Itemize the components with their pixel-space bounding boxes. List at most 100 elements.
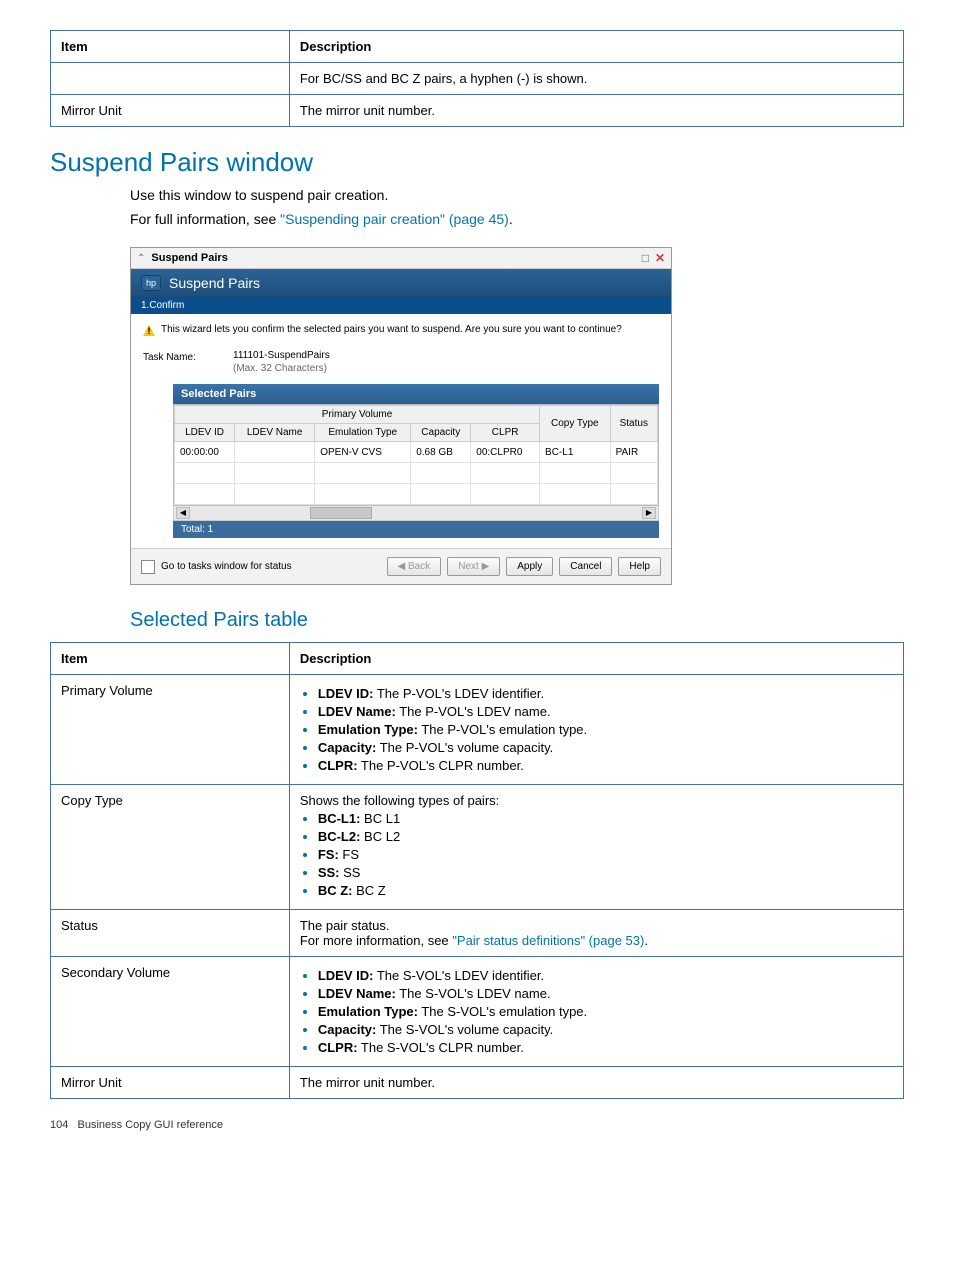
cell-desc: Shows the following types of pairs: BC-L… xyxy=(289,785,903,910)
col-copy-type: Copy Type xyxy=(540,406,611,442)
list-item: LDEV ID: The P-VOL's LDEV identifier. xyxy=(318,686,893,701)
table-row: Primary Volume LDEV ID: The P-VOL's LDEV… xyxy=(51,675,904,785)
list-item: Capacity: The P-VOL's volume capacity. xyxy=(318,740,893,755)
intro-prefix: For full information, see xyxy=(130,211,280,227)
grid-total: Total: 1 xyxy=(173,521,659,538)
section-heading: Suspend Pairs window xyxy=(50,147,904,178)
table-row: For BC/SS and BC Z pairs, a hyphen (-) i… xyxy=(51,63,904,95)
selected-pairs-description-table: Item Description Primary Volume LDEV ID:… xyxy=(50,642,904,1099)
table-row: Status The pair status. For more informa… xyxy=(51,910,904,957)
intro-text-1: Use this window to suspend pair creation… xyxy=(130,186,904,206)
chapter-name: Business Copy GUI reference xyxy=(78,1119,224,1131)
col-clpr: CLPR xyxy=(471,424,540,442)
th-desc: Description xyxy=(289,643,903,675)
cell-item xyxy=(51,63,290,95)
list-item: Emulation Type: The P-VOL's emulation ty… xyxy=(318,722,893,737)
page-number: 104 xyxy=(50,1119,68,1131)
task-name-max: (Max. 32 Characters) xyxy=(233,363,330,374)
scroll-left-icon[interactable]: ◀ xyxy=(176,507,190,519)
cell-emulation-type: OPEN-V CVS xyxy=(315,442,411,463)
selected-pairs-header: Selected Pairs xyxy=(173,384,659,404)
dialog-footer: Go to tasks window for status ◀ Back Nex… xyxy=(131,548,671,584)
list-item: CLPR: The S-VOL's CLPR number. xyxy=(318,1040,893,1055)
table-row: Mirror Unit The mirror unit number. xyxy=(51,95,904,127)
cell-item: Mirror Unit xyxy=(51,95,290,127)
warning-text: This wizard lets you confirm the selecte… xyxy=(161,324,622,335)
cell-item: Secondary Volume xyxy=(51,957,290,1067)
back-button[interactable]: ◀ Back xyxy=(387,557,442,576)
list-item: Emulation Type: The S-VOL's emulation ty… xyxy=(318,1004,893,1019)
page-footer: 104 Business Copy GUI reference xyxy=(50,1119,904,1131)
copy-type-intro: Shows the following types of pairs: xyxy=(300,793,499,808)
cell-copy-type: BC-L1 xyxy=(540,442,611,463)
dialog-titlebar: ⌃ Suspend Pairs □ ✕ xyxy=(131,248,671,269)
scroll-thumb[interactable] xyxy=(310,507,372,519)
cell-desc: The pair status. For more information, s… xyxy=(289,910,903,957)
collapse-icon[interactable]: ⌃ xyxy=(137,253,145,264)
warning-banner: ! This wizard lets you confirm the selec… xyxy=(131,314,671,340)
status-line2-suffix: . xyxy=(644,933,648,948)
next-button[interactable]: Next ▶ xyxy=(447,557,500,576)
list-item: SS: SS xyxy=(318,865,893,880)
table-row: Secondary Volume LDEV ID: The S-VOL's LD… xyxy=(51,957,904,1067)
cell-item: Mirror Unit xyxy=(51,1067,290,1099)
selected-pairs-grid: Primary Volume Copy Type Status LDEV ID … xyxy=(173,404,659,506)
list-item: Capacity: The S-VOL's volume capacity. xyxy=(318,1022,893,1037)
task-name-row: Task Name: 111101-SuspendPairs (Max. 32 … xyxy=(143,350,659,374)
dialog-title: Suspend Pairs xyxy=(151,252,641,264)
cell-capacity: 0.68 GB xyxy=(411,442,471,463)
hp-logo-icon: hp xyxy=(141,275,161,291)
dialog-header: hp Suspend Pairs xyxy=(131,269,671,297)
go-to-tasks-label: Go to tasks window for status xyxy=(161,561,292,572)
list-item: LDEV Name: The P-VOL's LDEV name. xyxy=(318,704,893,719)
cell-desc: The mirror unit number. xyxy=(289,95,903,127)
task-name-value[interactable]: 111101-SuspendPairs xyxy=(233,350,330,361)
cell-item: Primary Volume xyxy=(51,675,290,785)
cell-item: Status xyxy=(51,910,290,957)
intro-suffix: . xyxy=(509,211,513,227)
th-item: Item xyxy=(51,643,290,675)
scroll-right-icon[interactable]: ▶ xyxy=(642,507,656,519)
list-item: FS: FS xyxy=(318,847,893,862)
cell-desc: The mirror unit number. xyxy=(289,1067,903,1099)
intro-text-2: For full information, see "Suspending pa… xyxy=(130,210,904,230)
table-row: Copy Type Shows the following types of p… xyxy=(51,785,904,910)
list-item: CLPR: The P-VOL's CLPR number. xyxy=(318,758,893,773)
list-item: LDEV ID: The S-VOL's LDEV identifier. xyxy=(318,968,893,983)
cell-clpr: 00:CLPR0 xyxy=(471,442,540,463)
col-ldev-id: LDEV ID xyxy=(175,424,235,442)
subsection-heading: Selected Pairs table xyxy=(130,609,904,632)
go-to-tasks-checkbox[interactable] xyxy=(141,560,155,574)
intro-link[interactable]: "Suspending pair creation" (page 45) xyxy=(280,211,509,227)
horizontal-scrollbar[interactable]: ◀ ▶ xyxy=(173,506,659,521)
cell-status: PAIR xyxy=(610,442,657,463)
list-item: BC-L2: BC L2 xyxy=(318,829,893,844)
maximize-icon[interactable]: □ xyxy=(642,251,649,265)
th-desc: Description xyxy=(289,31,903,63)
warning-icon: ! xyxy=(143,324,155,336)
cancel-button[interactable]: Cancel xyxy=(559,557,612,576)
list-item: BC Z: BC Z xyxy=(318,883,893,898)
dialog-header-text: Suspend Pairs xyxy=(169,275,260,291)
table-row: Mirror Unit The mirror unit number. xyxy=(51,1067,904,1099)
list-item: LDEV Name: The S-VOL's LDEV name. xyxy=(318,986,893,1001)
top-table: Item Description For BC/SS and BC Z pair… xyxy=(50,30,904,127)
cell-desc: For BC/SS and BC Z pairs, a hyphen (-) i… xyxy=(289,63,903,95)
grid-row-empty xyxy=(175,484,658,505)
col-ldev-name: LDEV Name xyxy=(235,424,315,442)
close-icon[interactable]: ✕ xyxy=(655,251,665,265)
cell-item: Copy Type xyxy=(51,785,290,910)
help-button[interactable]: Help xyxy=(618,557,661,576)
grid-row[interactable]: 00:00:00 OPEN-V CVS 0.68 GB 00:CLPR0 BC-… xyxy=(175,442,658,463)
status-line1: The pair status. xyxy=(300,918,390,933)
grid-row-empty xyxy=(175,463,658,484)
cell-ldev-name xyxy=(235,442,315,463)
col-capacity: Capacity xyxy=(411,424,471,442)
apply-button[interactable]: Apply xyxy=(506,557,553,576)
status-link[interactable]: "Pair status definitions" (page 53) xyxy=(452,933,644,948)
list-item: BC-L1: BC L1 xyxy=(318,811,893,826)
cell-desc: LDEV ID: The P-VOL's LDEV identifier. LD… xyxy=(289,675,903,785)
suspend-pairs-dialog: ⌃ Suspend Pairs □ ✕ hp Suspend Pairs 1.C… xyxy=(130,247,672,585)
cell-desc: LDEV ID: The S-VOL's LDEV identifier. LD… xyxy=(289,957,903,1067)
th-item: Item xyxy=(51,31,290,63)
